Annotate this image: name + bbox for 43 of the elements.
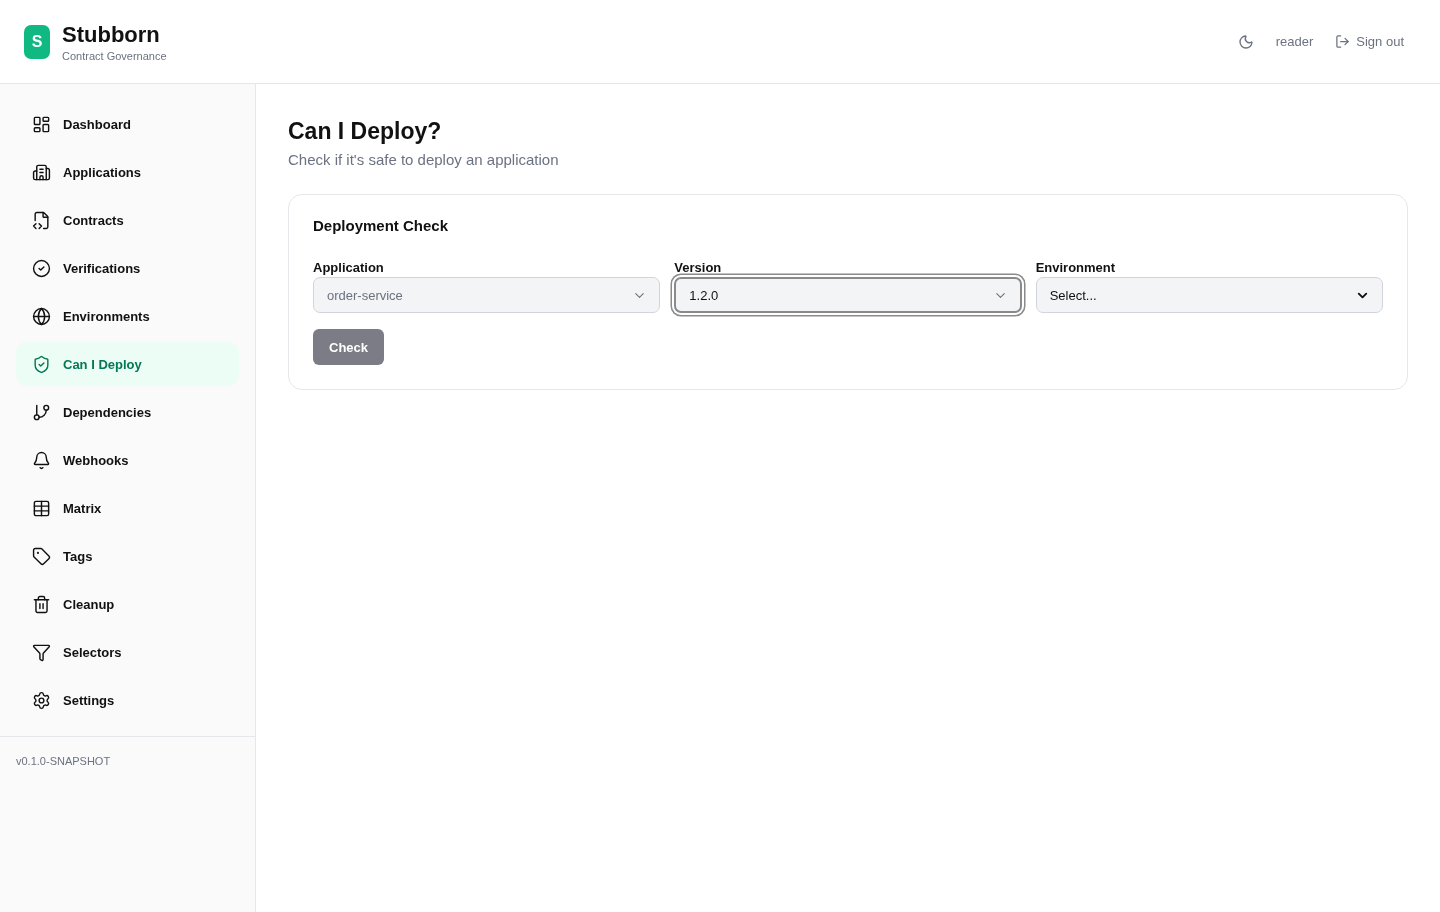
bell-icon [32, 450, 51, 470]
sidebar-item[interactable]: Selectors [16, 630, 239, 674]
sidebar-item[interactable]: Settings [16, 678, 239, 722]
tag-icon [32, 546, 51, 566]
settings-icon [32, 690, 51, 710]
user-name: reader [1275, 34, 1314, 49]
sign-out-icon [1335, 34, 1351, 49]
sidebar-item[interactable]: Contracts [16, 198, 239, 242]
version-label: v0.1.0-SNAPSHOT [15, 754, 112, 769]
filter-icon [32, 642, 51, 662]
field-label: Application [313, 260, 385, 275]
sidebar-item[interactable]: Cleanup [16, 582, 239, 626]
field-label: Version [674, 260, 723, 275]
branch-icon [32, 402, 51, 422]
select-field[interactable]: 1.2.0 [674, 277, 1022, 313]
sign-out-link[interactable]: Sign out [1335, 34, 1404, 49]
page-subtitle: Check if it's safe to deploy an application [288, 151, 560, 168]
check-circle-icon [32, 258, 51, 278]
shield-check-icon [32, 354, 51, 374]
sidebar-item[interactable]: Dashboard [16, 102, 239, 146]
code-file-icon [32, 210, 51, 230]
building-icon [32, 162, 51, 182]
logo: S [24, 24, 50, 59]
sidebar-item[interactable]: Can I Deploy [16, 342, 239, 386]
sidebar-item[interactable]: Matrix [16, 486, 239, 530]
app-name: Stubborn [62, 21, 161, 48]
select-field[interactable]: Select... [1035, 277, 1383, 313]
app-tagline: Contract Governance [62, 49, 167, 62]
sidebar-item[interactable]: Dependencies [16, 390, 239, 434]
globe-icon [32, 306, 51, 326]
page-title: Can I Deploy? [288, 118, 443, 145]
sidebar-item[interactable]: Webhooks [16, 438, 239, 482]
card-title: Deployment Check [313, 217, 450, 234]
table-icon [32, 498, 51, 518]
field-label: Environment [1035, 260, 1117, 275]
sidebar-item[interactable]: Tags [16, 534, 239, 578]
moon-icon [1237, 33, 1254, 50]
dashboard-icon [32, 114, 51, 134]
sidebar-item[interactable]: Verifications [16, 246, 239, 290]
trash-icon [32, 594, 51, 614]
sidebar-item[interactable]: Environments [16, 294, 239, 338]
sidebar-item[interactable]: Applications [16, 150, 239, 194]
theme-toggle-button[interactable] [1237, 33, 1254, 50]
